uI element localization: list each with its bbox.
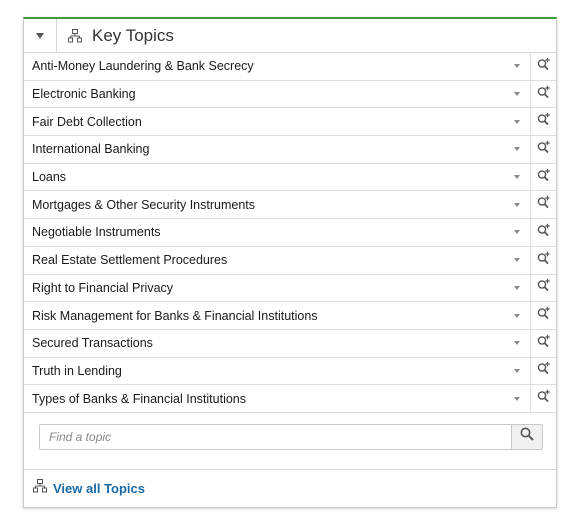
topic-row[interactable]: Anti-Money Laundering & Bank Secrecy [24, 53, 556, 81]
topic-row[interactable]: Types of Banks & Financial Institutions [24, 385, 556, 413]
zoom-in-icon [537, 334, 551, 353]
zoom-in-button[interactable] [530, 357, 556, 385]
zoom-in-icon [537, 168, 551, 187]
zoom-in-icon [537, 278, 551, 297]
chevron-down-icon [514, 202, 520, 207]
topic-label[interactable]: Fair Debt Collection [24, 108, 504, 135]
panel-footer: View all Topics [24, 470, 556, 508]
expand-topic-button[interactable] [504, 330, 530, 357]
chevron-down-icon [514, 92, 520, 97]
zoom-in-icon [537, 389, 551, 408]
topic-row[interactable]: Real Estate Settlement Procedures [24, 246, 556, 275]
chevron-down-icon [514, 230, 520, 235]
zoom-in-button[interactable] [530, 302, 556, 329]
expand-topic-button[interactable] [504, 191, 530, 218]
topic-label[interactable]: Real Estate Settlement Procedures [24, 247, 504, 274]
topic-row[interactable]: Fair Debt Collection [24, 108, 556, 137]
zoom-in-icon [537, 251, 551, 270]
zoom-in-button[interactable] [530, 136, 556, 163]
zoom-in-icon [537, 85, 551, 104]
chevron-down-icon [514, 396, 520, 401]
search-button[interactable] [511, 424, 542, 449]
zoom-in-button[interactable] [530, 53, 556, 80]
topic-label[interactable]: Right to Financial Privacy [24, 275, 504, 302]
search-icon [520, 427, 534, 446]
expand-topic-button[interactable] [504, 275, 530, 302]
zoom-in-icon [537, 223, 551, 242]
zoom-in-button[interactable] [530, 385, 556, 412]
topic-label[interactable]: International Banking [24, 136, 504, 163]
zoom-in-icon [537, 195, 551, 214]
topic-list: Anti-Money Laundering & Bank Secrecy Elec… [24, 53, 556, 413]
triangle-down-icon [36, 32, 44, 39]
topic-row[interactable]: International Banking [24, 136, 556, 164]
hierarchy-icon [33, 479, 47, 498]
topic-row[interactable]: Risk Management for Banks & Financial In… [24, 302, 556, 330]
zoom-in-button[interactable] [530, 163, 556, 191]
topic-label[interactable]: Truth in Lending [24, 358, 504, 385]
chevron-down-icon [514, 258, 520, 263]
zoom-in-icon [537, 361, 551, 380]
hierarchy-icon [68, 28, 82, 43]
chevron-down-icon [514, 285, 520, 290]
zoom-in-icon [537, 112, 551, 131]
zoom-in-icon [537, 306, 551, 325]
key-topics-panel: Key Topics Anti-Money Laundering & Bank … [23, 17, 557, 508]
topic-row[interactable]: Electronic Banking [24, 80, 556, 109]
topic-row[interactable]: Secured Transactions [24, 329, 556, 358]
expand-topic-button[interactable] [504, 81, 530, 108]
topic-row[interactable]: Loans [24, 163, 556, 192]
expand-topic-button[interactable] [504, 358, 530, 385]
topic-label[interactable]: Negotiable Instruments [24, 219, 504, 246]
expand-topic-button[interactable] [504, 302, 530, 329]
chevron-down-icon [514, 368, 520, 373]
panel-title: Key Topics [92, 25, 174, 45]
topic-label[interactable]: Anti-Money Laundering & Bank Secrecy [24, 53, 504, 80]
search-area [24, 413, 556, 470]
topic-label[interactable]: Types of Banks & Financial Institutions [24, 385, 504, 412]
expand-topic-button[interactable] [504, 53, 530, 80]
expand-topic-button[interactable] [504, 385, 530, 412]
expand-topic-button[interactable] [504, 108, 530, 135]
topic-row[interactable]: Truth in Lending [24, 357, 556, 386]
expand-topic-button[interactable] [504, 219, 530, 246]
zoom-in-button[interactable] [530, 219, 556, 246]
topic-row[interactable]: Right to Financial Privacy [24, 274, 556, 303]
zoom-in-icon [537, 57, 551, 76]
topic-label[interactable]: Electronic Banking [24, 81, 504, 108]
zoom-in-button[interactable] [530, 246, 556, 274]
view-all-topics-label: View all Topics [53, 481, 145, 497]
topic-label[interactable]: Loans [24, 164, 504, 191]
zoom-in-button[interactable] [530, 191, 556, 219]
zoom-in-button[interactable] [530, 108, 556, 136]
zoom-in-icon [537, 140, 551, 159]
chevron-down-icon [514, 175, 520, 180]
topic-label[interactable]: Risk Management for Banks & Financial In… [24, 302, 504, 329]
expand-topic-button[interactable] [504, 136, 530, 163]
expand-topic-button[interactable] [504, 164, 530, 191]
expand-topic-button[interactable] [504, 247, 530, 274]
zoom-in-button[interactable] [530, 274, 556, 302]
search-input[interactable] [40, 424, 511, 449]
chevron-down-icon [514, 313, 520, 318]
chevron-down-icon [514, 119, 520, 124]
search-box [39, 423, 543, 450]
topic-row[interactable]: Mortgages & Other Security Instruments [24, 191, 556, 220]
topic-label[interactable]: Secured Transactions [24, 330, 504, 357]
chevron-down-icon [514, 147, 520, 152]
view-all-topics-link[interactable]: View all Topics [33, 479, 145, 498]
topic-row[interactable]: Negotiable Instruments [24, 219, 556, 247]
topic-label[interactable]: Mortgages & Other Security Instruments [24, 191, 504, 218]
collapse-toggle-button[interactable] [24, 19, 57, 52]
zoom-in-button[interactable] [530, 329, 556, 357]
chevron-down-icon [514, 341, 520, 346]
zoom-in-button[interactable] [530, 80, 556, 108]
panel-header: Key Topics [24, 19, 556, 53]
chevron-down-icon [514, 64, 520, 69]
